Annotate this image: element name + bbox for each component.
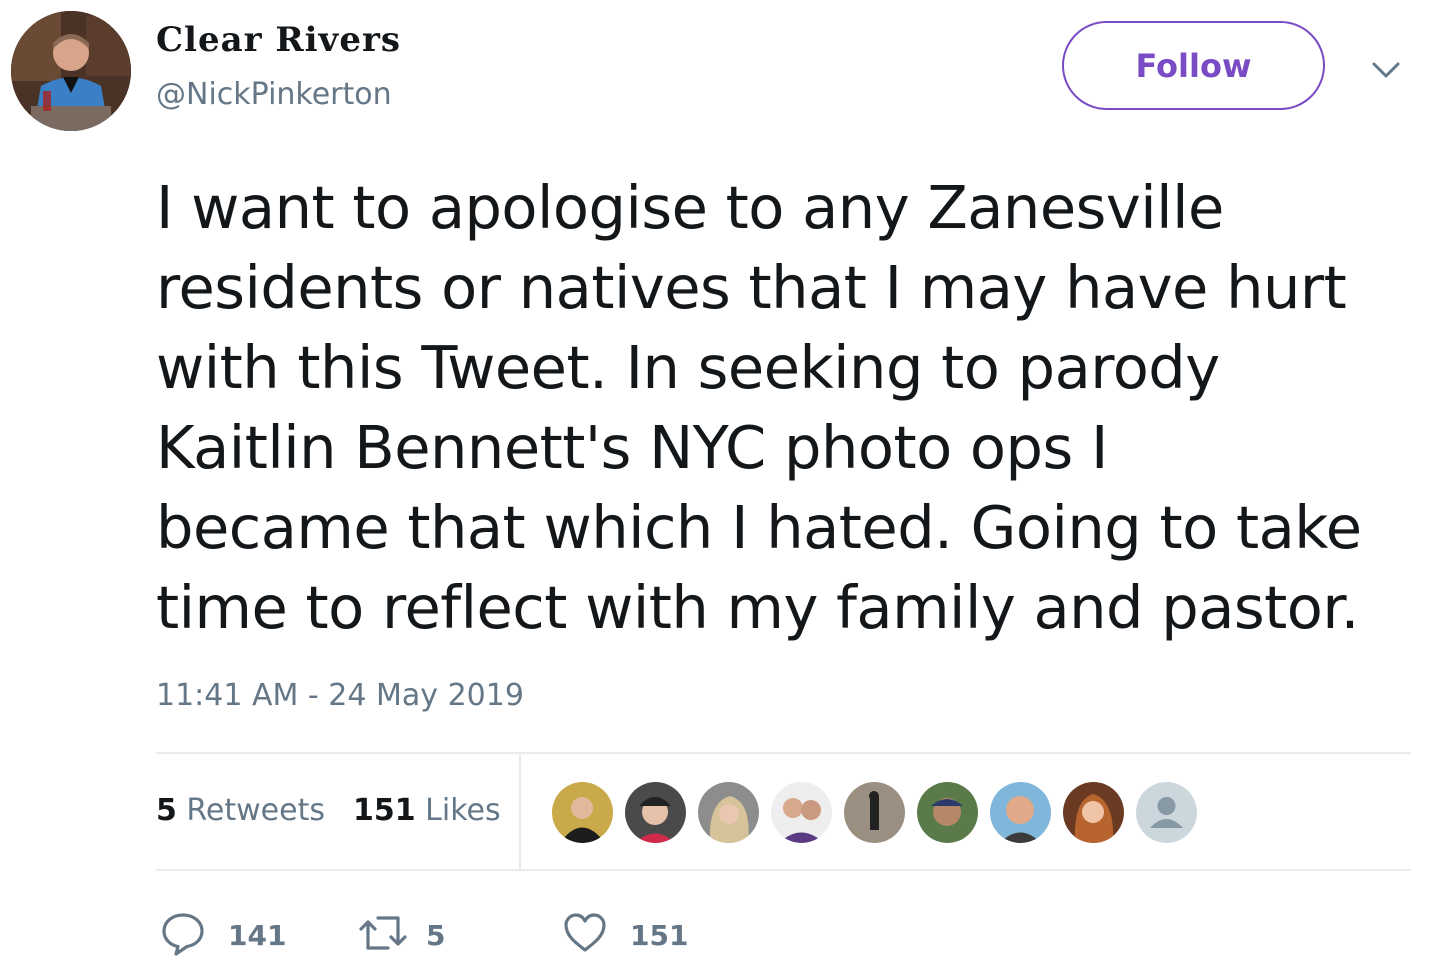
liker-avatar[interactable] [844, 782, 905, 843]
tweet-stats: 5 Retweets 151 Likes [156, 793, 501, 828]
retweet-icon [358, 910, 408, 960]
chevron-down-icon[interactable] [1370, 54, 1402, 86]
like-count: 151 [630, 918, 689, 952]
liker-avatar[interactable] [771, 782, 832, 843]
reply-action[interactable]: 141 [160, 910, 286, 960]
liker-avatar[interactable] [625, 782, 686, 843]
tweet-text: I want to apologise to any Zanesville re… [156, 173, 1362, 642]
divider [156, 869, 1411, 871]
divider [156, 752, 1411, 754]
author-avatar[interactable] [11, 11, 131, 131]
likes-count: 151 [352, 793, 416, 828]
liker-avatar[interactable] [552, 782, 613, 843]
likes-label: Likes [425, 793, 501, 828]
retweet-count: 5 [426, 918, 446, 952]
likers-avatars [552, 782, 1197, 843]
stats-separator [519, 755, 521, 869]
retweets-label: Retweets [186, 793, 325, 828]
liker-avatar[interactable] [917, 782, 978, 843]
follow-button[interactable]: Follow [1062, 21, 1325, 110]
author-display-name[interactable]: Clear Rivers [156, 20, 401, 60]
likes-stat[interactable]: 151 Likes [353, 793, 501, 828]
reply-icon [160, 910, 206, 960]
liker-avatar[interactable] [1063, 782, 1124, 843]
retweet-action[interactable]: 5 [358, 910, 445, 960]
tweet-timestamp[interactable]: 11:41 AM - 24 May 2019 [156, 678, 524, 713]
retweets-stat[interactable]: 5 Retweets [156, 793, 325, 828]
like-action[interactable]: 151 [562, 910, 688, 960]
heart-icon [562, 910, 608, 960]
reply-count: 141 [228, 918, 287, 952]
liker-avatar[interactable] [990, 782, 1051, 843]
default-avatar-icon[interactable] [1136, 782, 1197, 843]
author-handle[interactable]: @NickPinkerton [156, 77, 392, 112]
liker-avatar[interactable] [698, 782, 759, 843]
retweets-count: 5 [156, 793, 177, 828]
